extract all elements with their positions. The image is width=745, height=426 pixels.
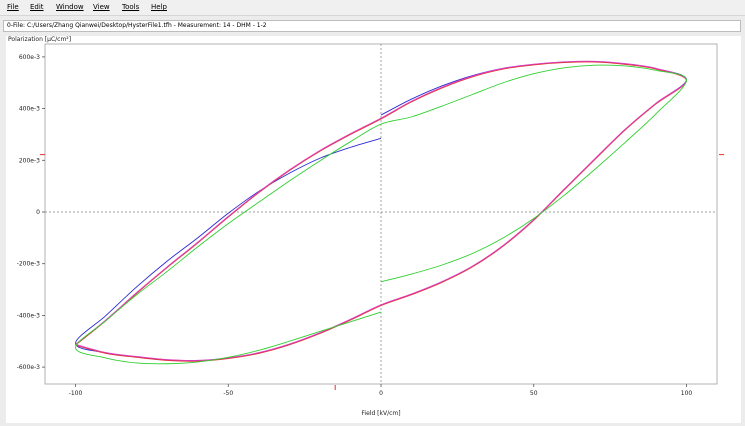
- y-tick-label: -400e-3: [17, 312, 40, 319]
- y-tick-label: -600e-3: [17, 364, 40, 371]
- x-tick-label: 0: [379, 390, 383, 397]
- y-tick-label: 600e-3: [19, 54, 40, 61]
- x-axis-label: Field [kV/cm]: [361, 410, 400, 417]
- x-tick-label: -100: [69, 390, 83, 397]
- x-tick-label: 100: [681, 390, 693, 397]
- y-axis-label: Polarization [µC/cm²]: [8, 36, 71, 43]
- application-window: File Edit Window View Tools Help 0-File:…: [0, 0, 745, 426]
- y-tick-label: -200e-3: [17, 261, 40, 268]
- y-tick-label: 400e-3: [19, 106, 40, 113]
- x-tick-label: -50: [223, 390, 233, 397]
- hysteresis-chart[interactable]: Polarization [µC/cm²] Field [kV/cm] 600e…: [0, 0, 745, 426]
- y-tick-label: 200e-3: [19, 157, 40, 164]
- x-tick-label: 50: [530, 390, 538, 397]
- y-tick-label: 0: [36, 209, 40, 216]
